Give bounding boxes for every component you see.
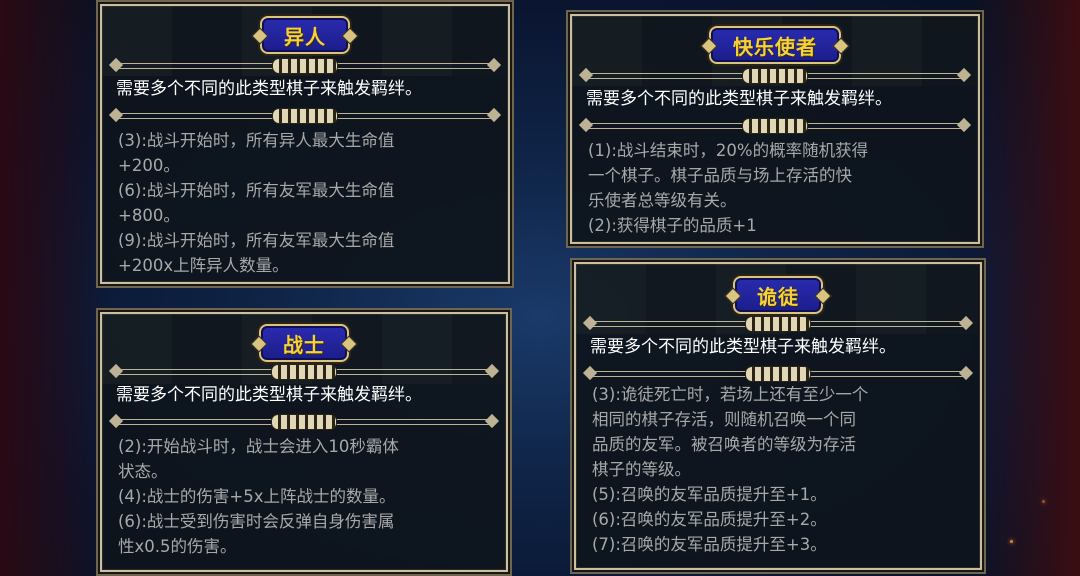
synergy-requirement: 需要多个不同的此类型棋子来触发羁绊。 <box>586 89 892 109</box>
synergy-title-plate: 快乐使者 <box>709 26 841 64</box>
ornamental-divider <box>108 107 502 124</box>
synergy-requirement: 需要多个不同的此类型棋子来触发羁绊。 <box>116 79 422 99</box>
synergy-effects: (3):诡徒死亡时，若场上还有至少一个 相同的棋子存活，则随机召唤一个同 品质的… <box>592 382 970 557</box>
synergy-requirement: 需要多个不同的此类型棋子来触发羁绊。 <box>590 337 896 357</box>
background-right-glow <box>970 0 1080 576</box>
effect-line: 状态。 <box>118 462 168 481</box>
ornamental-divider <box>582 365 974 382</box>
effect-line: (9):战斗开始时，所有友军最大生命值 <box>118 231 395 250</box>
synergy-title: 快乐使者 <box>733 34 817 59</box>
ornamental-divider <box>108 57 502 74</box>
synergy-title: 战士 <box>283 332 325 357</box>
ornamental-divider <box>582 315 974 332</box>
effect-line: 棋子的等级。 <box>592 460 691 479</box>
effect-line: 一个棋子。棋子品质与场上存活的快 <box>588 166 852 185</box>
effect-line: (1):战斗结束时，20%的概率随机获得 <box>588 141 869 160</box>
effect-line: (3):战斗开始时，所有异人最大生命值 <box>118 131 395 150</box>
ember-particle <box>1010 540 1013 543</box>
synergy-title-plate: 诡徒 <box>733 276 823 314</box>
synergy-title-plate: 异人 <box>260 16 350 54</box>
effect-line: (7):召唤的友军品质提升至+3。 <box>592 535 827 554</box>
ornamental-divider <box>108 413 500 430</box>
ornamental-divider <box>108 363 500 380</box>
effect-line: (2):获得棋子的品质+1 <box>588 216 757 235</box>
effect-line: (6):战士受到伤害时会反弹自身伤害属 <box>118 512 395 531</box>
effect-line: +200x上阵异人数量。 <box>118 256 289 275</box>
synergy-requirement: 需要多个不同的此类型棋子来触发羁绊。 <box>116 385 422 405</box>
effect-line: 品质的友军。被召唤者的等级为存活 <box>592 435 856 454</box>
ember-particle <box>1042 500 1045 503</box>
synergy-title-plate: 战士 <box>259 324 349 362</box>
effect-line: (2):开始战斗时，战士会进入10秒霸体 <box>118 437 399 456</box>
synergy-panel-yiren: 异人 需要多个不同的此类型棋子来触发羁绊。 (3):战斗开始时，所有异人最大生命… <box>100 4 510 284</box>
synergy-effects: (1):战斗结束时，20%的概率随机获得 一个棋子。棋子品质与场上存活的快 乐使… <box>588 138 968 238</box>
synergy-panel-kuaile: 快乐使者 需要多个不同的此类型棋子来触发羁绊。 (1):战斗结束时，20%的概率… <box>570 14 980 244</box>
effect-line: (6):战斗开始时，所有友军最大生命值 <box>118 181 395 200</box>
effect-line: (3):诡徒死亡时，若场上还有至少一个 <box>592 385 869 404</box>
synergy-effects: (3):战斗开始时，所有异人最大生命值 +200。 (6):战斗开始时，所有友军… <box>118 128 498 278</box>
synergy-title: 异人 <box>284 24 326 49</box>
effect-line: (4):战士的伤害+5x上阵战士的数量。 <box>118 487 396 506</box>
synergy-effects: (2):开始战斗时，战士会进入10秒霸体 状态。 (4):战士的伤害+5x上阵战… <box>118 434 496 559</box>
effect-line: 乐使者总等级有关。 <box>588 191 737 210</box>
effect-line: +800。 <box>118 206 180 225</box>
effect-line: 相同的棋子存活，则随机召唤一个同 <box>592 410 856 429</box>
ornamental-divider <box>578 117 972 134</box>
effect-line: +200。 <box>118 156 180 175</box>
background-left-glow <box>0 0 110 576</box>
effect-line: 性x0.5的伤害。 <box>118 537 237 556</box>
ornamental-divider <box>578 67 972 84</box>
effect-line: (5):召唤的友军品质提升至+1。 <box>592 485 827 504</box>
synergy-panel-guitu: 诡徒 需要多个不同的此类型棋子来触发羁绊。 (3):诡徒死亡时，若场上还有至少一… <box>574 262 982 570</box>
synergy-panel-zhanshi: 战士 需要多个不同的此类型棋子来触发羁绊。 (2):开始战斗时，战士会进入10秒… <box>100 312 508 572</box>
effect-line: (6):召唤的友军品质提升至+2。 <box>592 510 827 529</box>
synergy-title: 诡徒 <box>757 284 799 309</box>
